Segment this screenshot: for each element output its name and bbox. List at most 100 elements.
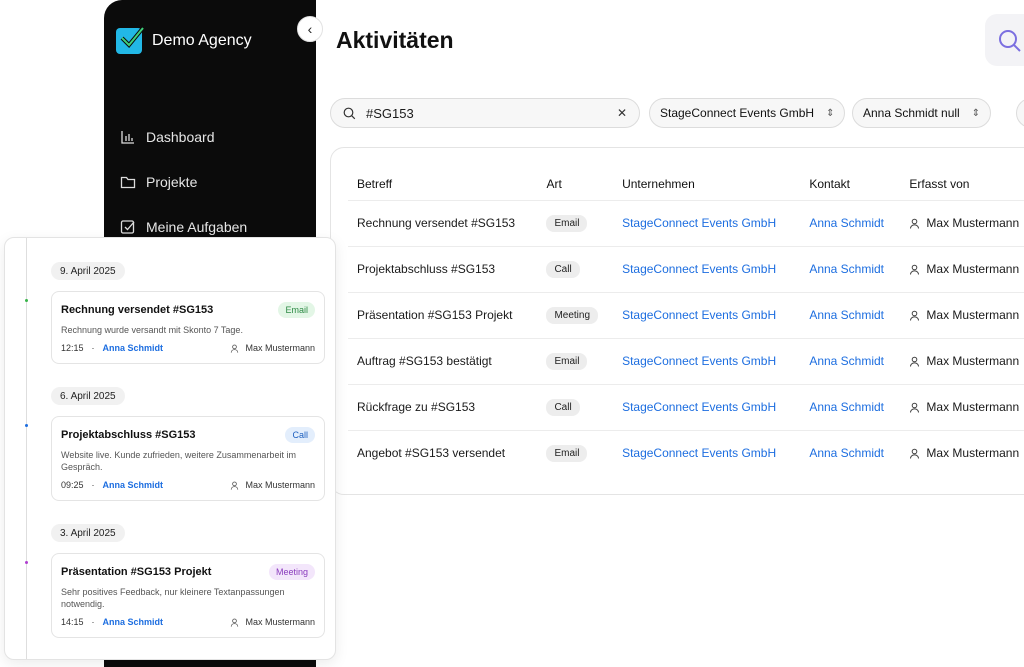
user-icon (910, 402, 920, 413)
timeline-card: 9. April 2025 Rechnung versendet #SG153 Em… (4, 237, 336, 660)
user-icon (910, 218, 920, 229)
event-meta: 09:25 · Anna Schmidt Max Mustermann (61, 480, 315, 490)
type-badge: Email (546, 352, 588, 370)
global-search-button[interactable] (985, 14, 1024, 66)
event-time: 12:15 (61, 343, 84, 353)
event-contact-link[interactable]: Anna Schmidt (103, 617, 164, 627)
contact-link[interactable]: Anna Schmidt (809, 354, 884, 368)
contact-link[interactable]: Anna Schmidt (809, 446, 884, 460)
column-header[interactable]: Betreff (348, 168, 546, 200)
company-link[interactable]: StageConnect Events GmbH (622, 216, 776, 230)
timeline-event[interactable]: Präsentation #SG153 Projekt Meeting Sehr p… (51, 553, 325, 638)
event-header: Präsentation #SG153 Projekt Meeting (61, 564, 315, 580)
search-input[interactable]: #SG153 ✕ (330, 98, 640, 128)
event-contact-link[interactable]: Anna Schmidt (103, 343, 164, 353)
search-icon (999, 30, 1021, 52)
sidebar-item-label: Projekte (146, 173, 198, 190)
timeline-dot (25, 561, 28, 564)
brand[interactable]: Demo Agency (116, 26, 252, 54)
company-link[interactable]: StageConnect Events GmbH (622, 354, 776, 368)
contact-link[interactable]: Anna Schmidt (809, 262, 884, 276)
row-contact-cell: Anna Schmidt (809, 199, 910, 246)
clear-search-icon[interactable]: ✕ (617, 106, 627, 120)
company-link[interactable]: StageConnect Events GmbH (622, 400, 776, 414)
company-link[interactable]: StageConnect Events GmbH (622, 446, 776, 460)
row-contact-cell: Anna Schmidt (809, 245, 910, 292)
chart-icon (121, 130, 134, 144)
table-row[interactable]: Rechnung versendet #SG153 Email StageConne… (348, 199, 1024, 246)
row-subject[interactable]: Präsentation #SG153 Projekt (348, 291, 547, 338)
sidebar-item-dashboard[interactable]: Dashboard (120, 114, 247, 159)
chevron-updown-icon: ⇕ (826, 107, 835, 119)
row-company-cell: StageConnect Events GmbH (622, 429, 810, 476)
row-type-cell: Call (546, 383, 623, 430)
row-subject[interactable]: Projektabschluss #SG153 (348, 245, 547, 292)
event-meta: 12:15 · Anna Schmidt Max Mustermann (61, 343, 315, 353)
user-icon (910, 264, 920, 275)
user-icon (231, 344, 239, 353)
event-contact-link[interactable]: Anna Schmidt (103, 480, 164, 490)
contact-filter-value: Anna Schmidt null (863, 106, 960, 120)
row-contact-cell: Anna Schmidt (809, 383, 910, 430)
user-icon (910, 310, 920, 321)
contact-filter-select[interactable]: Anna Schmidt null ⇕ (852, 98, 992, 128)
event-description: Website live. Kunde zufrieden, weitere Z… (61, 450, 296, 472)
table-row[interactable]: Projektabschluss #SG153 Call StageConnect … (348, 245, 1024, 292)
sidebar-item-projekte[interactable]: Projekte (120, 159, 247, 204)
row-subject[interactable]: Auftrag #SG153 bestätigt (348, 337, 547, 384)
brand-name: Demo Agency (152, 32, 252, 49)
row-subject[interactable]: Angebot #SG153 versendet (348, 429, 547, 476)
row-user-cell: Max Mustermann (909, 429, 1024, 476)
row-user-cell: Max Mustermann (909, 383, 1024, 430)
company-link[interactable]: StageConnect Events GmbH (622, 262, 776, 276)
table-row[interactable]: Präsentation #SG153 Projekt Meeting StageC… (348, 291, 1024, 338)
row-subject[interactable]: Rückfrage zu #SG153 (348, 383, 547, 430)
search-value: #SG153 (366, 105, 414, 121)
table-row[interactable]: Auftrag #SG153 bestätigt Email StageConnec… (348, 337, 1024, 384)
recorded-by: Max Mustermann (926, 400, 1020, 414)
row-company-cell: StageConnect Events GmbH (622, 337, 810, 384)
separator-dot: · (91, 617, 95, 627)
row-type-cell: Email (546, 429, 623, 476)
row-company-cell: StageConnect Events GmbH (622, 245, 810, 292)
column-header[interactable]: Unternehmen (622, 168, 809, 200)
user-icon (231, 618, 239, 627)
company-filter-select[interactable]: StageConnect Events GmbH ⇕ (649, 98, 846, 128)
user-icon (910, 356, 920, 367)
timeline-date: 9. April 2025 (51, 262, 125, 280)
contact-link[interactable]: Anna Schmidt (809, 400, 884, 414)
brand-logo-icon (116, 26, 144, 54)
checkbox-icon (120, 219, 135, 234)
sidebar-item-label: Dashboard (146, 128, 215, 145)
contact-link[interactable]: Anna Schmidt (809, 308, 884, 322)
separator-dot: · (91, 343, 95, 353)
event-time: 14:15 (61, 617, 84, 627)
row-company-cell: StageConnect Events GmbH (622, 291, 810, 338)
row-subject[interactable]: Rechnung versendet #SG153 (348, 199, 547, 246)
timeline-event[interactable]: Rechnung versendet #SG153 Email Rechnung w… (51, 291, 325, 364)
column-header[interactable]: Art (546, 168, 622, 200)
column-header[interactable]: Erfasst von (909, 168, 1024, 200)
event-recorded-by: Max Mustermann (245, 343, 315, 353)
sidebar-item-label: Meine Aufgaben (146, 218, 248, 235)
table-row[interactable]: Rückfrage zu #SG153 Call StageConnect Even… (348, 383, 1024, 430)
event-time: 09:25 (61, 480, 84, 490)
folder-icon (120, 176, 136, 188)
collapse-sidebar-button[interactable]: ‹ (297, 16, 323, 42)
event-description: Rechnung wurde versandt mit Skonto 7 Tag… (61, 325, 243, 335)
table-row[interactable]: Angebot #SG153 versendet Email StageConnec… (348, 429, 1024, 476)
type-badge: Meeting (546, 306, 599, 324)
more-filter-select[interactable] (1016, 98, 1024, 128)
row-user-cell: Max Mustermann (909, 337, 1024, 384)
row-type-cell: Email (546, 199, 623, 246)
contact-link[interactable]: Anna Schmidt (809, 216, 884, 230)
recorded-by: Max Mustermann (926, 216, 1020, 230)
event-description: Sehr positives Feedback, nur kleinere Te… (61, 587, 285, 609)
separator-dot: · (91, 480, 95, 490)
column-header[interactable]: Kontakt (809, 168, 909, 200)
event-header: Rechnung versendet #SG153 Email (61, 302, 315, 318)
row-company-cell: StageConnect Events GmbH (622, 383, 810, 430)
event-type-badge: Email (278, 302, 315, 318)
company-link[interactable]: StageConnect Events GmbH (622, 308, 776, 322)
timeline-event[interactable]: Projektabschluss #SG153 Call Website live.… (51, 416, 325, 501)
